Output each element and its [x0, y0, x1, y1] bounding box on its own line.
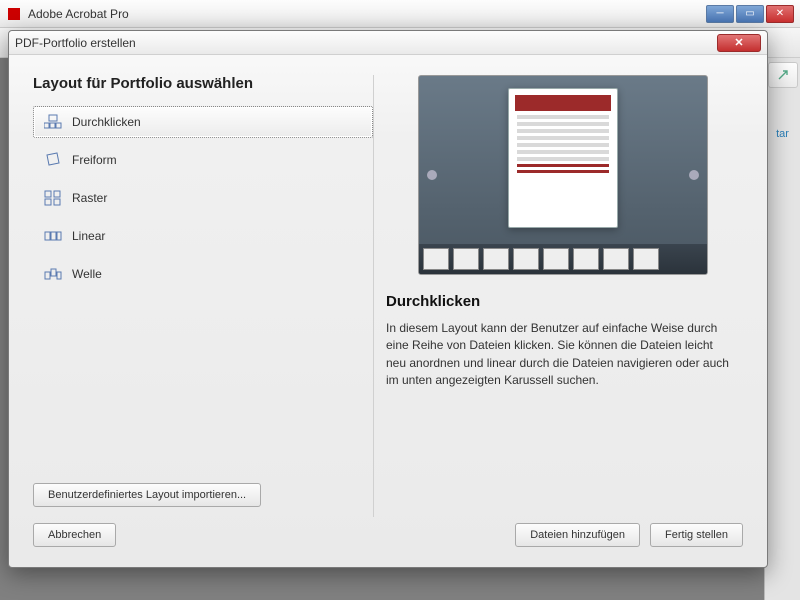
grid-icon: [44, 190, 62, 206]
layout-item-label: Durchklicken: [72, 115, 141, 129]
preview-description: In diesem Layout kann der Benutzer auf e…: [382, 320, 743, 390]
clickthrough-icon: [44, 114, 62, 130]
layout-item-linear[interactable]: Linear: [33, 220, 373, 252]
dialog-close-button[interactable]: ✕: [717, 34, 761, 52]
sidebar-label: tar: [765, 128, 800, 140]
layout-preview-pane: Durchklicken In diesem Layout kann der B…: [382, 75, 743, 517]
window-controls: ─ ▭ ✕: [704, 5, 794, 23]
layout-item-raster[interactable]: Raster: [33, 182, 373, 214]
linear-icon: [44, 228, 62, 244]
layout-selection-pane: Layout für Portfolio auswählen Durchklic…: [33, 75, 373, 517]
cancel-button[interactable]: Abbrechen: [33, 523, 116, 547]
layout-item-welle[interactable]: Welle: [33, 258, 373, 290]
preview-title: Durchklicken: [382, 293, 743, 310]
parent-right-sidebar: tar: [764, 58, 800, 600]
vertical-divider: [373, 75, 374, 517]
add-files-button[interactable]: Dateien hinzufügen: [515, 523, 640, 547]
layout-list: Durchklicken Freiform Raster: [33, 106, 373, 290]
dialog-titlebar: PDF-Portfolio erstellen ✕: [9, 31, 767, 55]
freeform-icon: [44, 152, 62, 168]
dialog-title: PDF-Portfolio erstellen: [15, 36, 136, 50]
minimize-button[interactable]: ─: [706, 5, 734, 23]
finish-button[interactable]: Fertig stellen: [650, 523, 743, 547]
layout-item-durchklicken[interactable]: Durchklicken: [33, 106, 373, 138]
layout-item-freiform[interactable]: Freiform: [33, 144, 373, 176]
dialog-footer: Abbrechen Dateien hinzufügen Fertig stel…: [9, 517, 767, 567]
acrobat-icon: [6, 6, 22, 22]
import-layout-button[interactable]: Benutzerdefiniertes Layout importieren..…: [33, 483, 261, 507]
app-title: Adobe Acrobat Pro: [28, 7, 129, 21]
wave-icon: [44, 266, 62, 282]
layout-heading: Layout für Portfolio auswählen: [33, 75, 373, 92]
parent-titlebar: Adobe Acrobat Pro ─ ▭ ✕: [0, 0, 800, 28]
layout-item-label: Freiform: [72, 153, 117, 167]
layout-item-label: Linear: [72, 229, 105, 243]
maximize-button[interactable]: ▭: [736, 5, 764, 23]
layout-item-label: Welle: [72, 267, 102, 281]
layout-preview-image: [418, 75, 708, 275]
sidebar-expand-icon[interactable]: [768, 62, 798, 88]
layout-item-label: Raster: [72, 191, 107, 205]
create-portfolio-dialog: PDF-Portfolio erstellen ✕ Layout für Por…: [8, 30, 768, 568]
close-window-button[interactable]: ✕: [766, 5, 794, 23]
